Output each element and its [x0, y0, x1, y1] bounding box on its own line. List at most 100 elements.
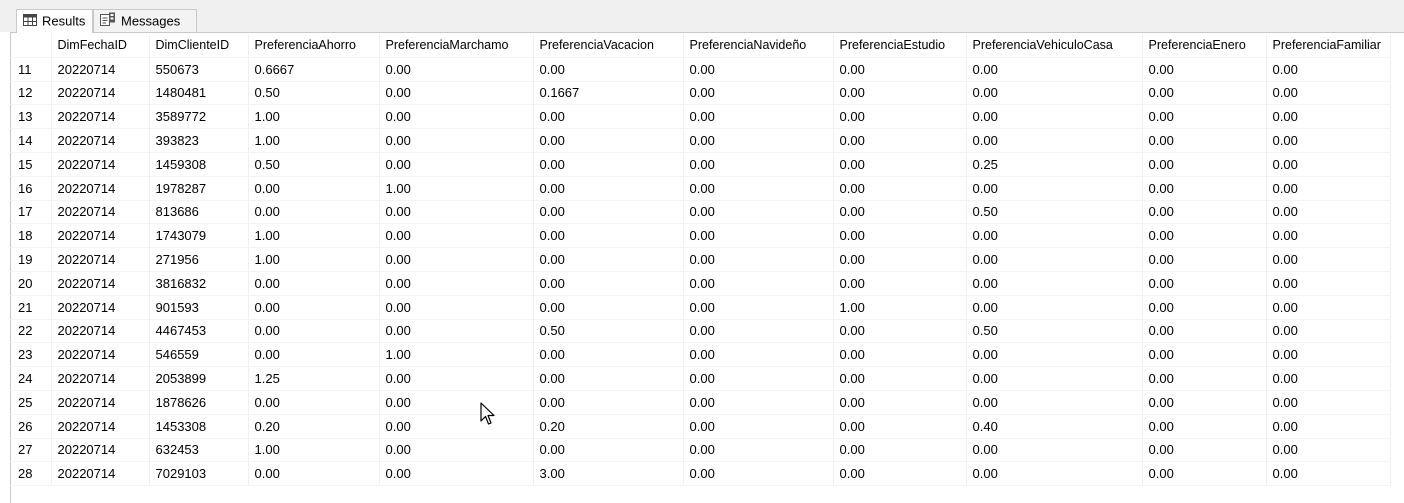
- grid-cell[interactable]: 0.00: [966, 247, 1143, 272]
- grid-cell[interactable]: 0.00: [966, 223, 1143, 249]
- grid-cell[interactable]: 0.00: [248, 295, 380, 320]
- grid-cell[interactable]: 20220714: [51, 104, 150, 130]
- grid-cell[interactable]: 1743079: [149, 223, 249, 249]
- grid-cell[interactable]: 0.00: [1266, 128, 1391, 153]
- grid-cell[interactable]: 0.00: [248, 200, 380, 225]
- grid-cell[interactable]: 0.00: [683, 461, 834, 487]
- grid-cell[interactable]: 0.20: [248, 414, 380, 439]
- column-header-preferencia-navideno[interactable]: PreferenciaNavideño: [683, 34, 834, 58]
- grid-cell[interactable]: 20220714: [51, 342, 150, 368]
- grid-cell[interactable]: 0.40: [966, 414, 1143, 439]
- grid-cell[interactable]: 0.00: [833, 128, 967, 153]
- grid-cell[interactable]: 0.00: [1142, 128, 1267, 153]
- grid-cell[interactable]: 0.00: [1266, 104, 1391, 130]
- grid-cell[interactable]: 0.00: [1266, 414, 1391, 439]
- grid-cell[interactable]: 0.00: [533, 200, 684, 225]
- row-number[interactable]: 25: [10, 390, 52, 415]
- grid-cell[interactable]: 2053899: [149, 366, 249, 391]
- grid-cell[interactable]: 20220714: [51, 461, 150, 487]
- grid-cell[interactable]: 0.00: [683, 152, 834, 177]
- table-row[interactable]: 26 20220714 1453308 0.20 0.00 0.20 0.00 0.00 0.4…: [10, 414, 1391, 439]
- grid-cell[interactable]: 0.00: [248, 342, 380, 368]
- grid-cell[interactable]: 0.00: [379, 128, 534, 153]
- table-row[interactable]: 13 20220714 3589772 1.00 0.00 0.00 0.00 0.00 0.0…: [10, 104, 1391, 130]
- column-header-preferencia-ahorro[interactable]: PreferenciaAhorro: [248, 34, 380, 58]
- grid-cell[interactable]: 0.00: [379, 200, 534, 225]
- grid-cell[interactable]: 20220714: [51, 128, 150, 153]
- grid-cell[interactable]: 0.00: [683, 342, 834, 368]
- grid-cell[interactable]: 0.00: [379, 81, 534, 106]
- grid-cell[interactable]: 0.50: [533, 319, 684, 344]
- grid-cell[interactable]: 0.00: [533, 271, 684, 296]
- grid-cell[interactable]: 20220714: [51, 414, 150, 439]
- grid-cell[interactable]: 0.00: [1142, 247, 1267, 272]
- grid-cell[interactable]: 0.00: [683, 390, 834, 415]
- row-number[interactable]: 12: [10, 81, 52, 106]
- grid-cell[interactable]: 0.00: [533, 152, 684, 177]
- table-row[interactable]: 15 20220714 1459308 0.50 0.00 0.00 0.00 0.00 0.2…: [10, 152, 1391, 177]
- row-number[interactable]: 23: [10, 342, 52, 368]
- grid-cell[interactable]: 0.00: [833, 271, 967, 296]
- grid-cell[interactable]: 0.00: [966, 271, 1143, 296]
- grid-cell[interactable]: 20220714: [51, 200, 150, 225]
- grid-cell[interactable]: 0.00: [833, 104, 967, 130]
- grid-cell[interactable]: 0.00: [379, 319, 534, 344]
- grid-cell[interactable]: 0.00: [533, 390, 684, 415]
- grid-cell[interactable]: 0.00: [1266, 461, 1391, 487]
- grid-cell[interactable]: 0.00: [833, 57, 967, 82]
- grid-cell[interactable]: 0.00: [683, 319, 834, 344]
- grid-cell[interactable]: 0.00: [1266, 438, 1391, 463]
- table-row[interactable]: 12 20220714 1480481 0.50 0.00 0.1667 0.00 0.00 0…: [10, 81, 1391, 106]
- grid-cell[interactable]: 0.00: [833, 461, 967, 487]
- grid-cell[interactable]: 901593: [149, 295, 249, 320]
- grid-cell[interactable]: 0.00: [683, 366, 834, 391]
- grid-cell[interactable]: 0.00: [1266, 366, 1391, 391]
- grid-cell[interactable]: 3816832: [149, 271, 249, 296]
- grid-cell[interactable]: 550673: [149, 57, 249, 82]
- table-row[interactable]: 27 20220714 632453 1.00 0.00 0.00 0.00 0.00 0.00…: [10, 438, 1391, 463]
- table-row[interactable]: 18 20220714 1743079 1.00 0.00 0.00 0.00 0.00 0.0…: [10, 223, 1391, 249]
- table-row[interactable]: 21 20220714 901593 0.00 0.00 0.00 0.00 1.00 0.00…: [10, 295, 1391, 320]
- grid-cell[interactable]: 0.00: [533, 128, 684, 153]
- grid-cell[interactable]: 0.00: [1266, 319, 1391, 344]
- grid-cell[interactable]: 0.00: [1142, 81, 1267, 106]
- row-number[interactable]: 19: [10, 247, 52, 272]
- row-number-header[interactable]: [10, 34, 52, 58]
- grid-cell[interactable]: 1.25: [248, 366, 380, 391]
- grid-cell[interactable]: 546559: [149, 342, 249, 368]
- grid-cell[interactable]: 0.00: [1142, 104, 1267, 130]
- grid-cell[interactable]: 0.00: [533, 438, 684, 463]
- grid-cell[interactable]: 0.00: [1142, 57, 1267, 82]
- grid-cell[interactable]: 0.00: [833, 200, 967, 225]
- grid-cell[interactable]: 0.00: [248, 390, 380, 415]
- grid-cell[interactable]: 0.00: [379, 366, 534, 391]
- grid-cell[interactable]: 0.00: [833, 223, 967, 249]
- grid-cell[interactable]: 0.00: [1142, 271, 1267, 296]
- row-number[interactable]: 20: [10, 271, 52, 296]
- table-row[interactable]: 22 20220714 4467453 0.00 0.00 0.50 0.00 0.00 0.5…: [10, 319, 1391, 344]
- grid-cell[interactable]: 0.00: [833, 414, 967, 439]
- grid-cell[interactable]: 20220714: [51, 81, 150, 106]
- grid-cell[interactable]: 0.00: [1266, 247, 1391, 272]
- table-row[interactable]: 14 20220714 393823 1.00 0.00 0.00 0.00 0.00 0.00…: [10, 128, 1391, 153]
- table-row[interactable]: 23 20220714 546559 0.00 1.00 0.00 0.00 0.00 0.00…: [10, 342, 1391, 368]
- row-number[interactable]: 13: [10, 104, 52, 130]
- grid-cell[interactable]: 0.00: [533, 223, 684, 249]
- grid-cell[interactable]: 0.00: [683, 414, 834, 439]
- table-row[interactable]: 25 20220714 1878626 0.00 0.00 0.00 0.00 0.00 0.0…: [10, 390, 1391, 415]
- grid-cell[interactable]: 20220714: [51, 438, 150, 463]
- grid-cell[interactable]: 0.00: [379, 438, 534, 463]
- grid-cell[interactable]: 0.00: [1266, 295, 1391, 320]
- row-number[interactable]: 24: [10, 366, 52, 391]
- grid-cell[interactable]: 0.00: [683, 295, 834, 320]
- grid-cell[interactable]: 0.00: [1142, 295, 1267, 320]
- grid-cell[interactable]: 0.50: [966, 319, 1143, 344]
- row-number[interactable]: 26: [10, 414, 52, 439]
- tab-messages[interactable]: Messages: [93, 9, 197, 32]
- grid-cell[interactable]: 1.00: [379, 342, 534, 368]
- column-header-preferencia-vehiculo-casa[interactable]: PreferenciaVehiculoCasa: [966, 34, 1143, 58]
- grid-cell[interactable]: 0.00: [683, 57, 834, 82]
- grid-cell[interactable]: 0.00: [833, 390, 967, 415]
- grid-cell[interactable]: 0.00: [966, 461, 1143, 487]
- grid-cell[interactable]: 0.00: [683, 247, 834, 272]
